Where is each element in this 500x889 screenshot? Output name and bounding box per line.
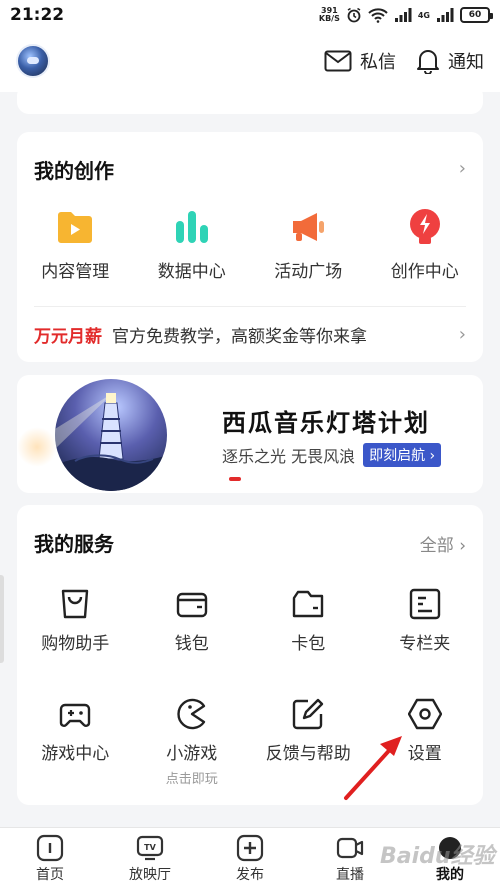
promo-text: 官方免费教学，高额奖金等你来拿 [112, 327, 367, 347]
tab-theater[interactable]: TV 放映厅 [100, 828, 200, 889]
creation-grid: 内容管理 数据中心 活动广场 创作中心 [17, 207, 483, 282]
service-cards[interactable]: 卡包 [250, 587, 367, 697]
bell-icon [417, 50, 439, 74]
status-icons: 391 KB/S 4G 60 [319, 7, 493, 23]
page-content: 我的创作 › 内容管理 数据中心 活动广场 创作中心 万元月薪 官方免费教学，高… [0, 92, 500, 827]
previous-card [17, 92, 483, 114]
card-wallet-icon [293, 590, 324, 618]
status-bar: 21:22 391 KB/S 4G 60 [0, 0, 500, 30]
lighthouse-icon [55, 393, 167, 491]
camera-icon [336, 837, 364, 858]
notifications-label: 通知 [448, 52, 484, 73]
promo-tag: 万元月薪 [34, 327, 102, 347]
services-card: 我的服务 全部 › 购物助手 钱包 卡包 专栏夹 游戏中心 小游戏 点击即玩 反… [17, 505, 483, 805]
services-all-link[interactable]: 全部 › [420, 531, 466, 556]
service-label: 反馈与帮助 [265, 744, 351, 764]
service-shopping[interactable]: 购物助手 [17, 587, 134, 697]
edit-feedback-icon [293, 698, 324, 730]
banner-cta-label: 即刻启航 [369, 448, 426, 464]
battery-icon: 60 [460, 7, 493, 23]
creation-item-label: 数据中心 [157, 262, 226, 282]
banner-card[interactable]: 西瓜音乐灯塔计划 逐乐之光 无畏风浪 即刻启航 › [17, 375, 483, 493]
creation-card: 我的创作 › 内容管理 数据中心 活动广场 创作中心 万元月薪 官方免费教学，高… [17, 132, 483, 362]
creation-item-content[interactable]: 内容管理 [17, 207, 134, 282]
service-wallet[interactable]: 钱包 [134, 587, 251, 697]
service-label: 专栏夹 [399, 634, 451, 654]
creation-item-center[interactable]: 创作中心 [367, 207, 484, 282]
tab-label: 放映厅 [129, 866, 171, 883]
net-speed-unit: KB/S [318, 14, 340, 23]
header-actions: 私信 通知 [324, 48, 484, 74]
service-label: 小游戏 [166, 744, 218, 764]
settings-hexagon-icon [407, 698, 442, 730]
column-folder-icon [409, 588, 440, 620]
net-speed: 391 KB/S [319, 7, 340, 23]
tab-home[interactable]: 首页 [0, 828, 100, 889]
megaphone-icon [293, 213, 325, 241]
plus-square-icon [236, 834, 264, 861]
battery-level: 60 [468, 10, 482, 20]
top-header: 私信 通知 [0, 30, 500, 92]
wallet-icon [176, 592, 207, 618]
lighthouse-image [55, 379, 167, 491]
service-sublabel: 点击即玩 [165, 772, 218, 787]
creation-item-data[interactable]: 数据中心 [134, 207, 251, 282]
annotation-arrow-icon [344, 736, 402, 800]
gamepad-icon [60, 703, 91, 727]
tab-label: 直播 [336, 866, 364, 883]
alarm-icon [347, 7, 361, 23]
banner-subtitle: 逐乐之光 无畏风浪 [222, 447, 356, 466]
status-time: 21:22 [10, 5, 65, 25]
tab-publish[interactable]: 发布 [200, 828, 300, 889]
content-folder-icon [58, 212, 93, 243]
banner-page-indicator [229, 477, 241, 481]
creation-item-label: 内容管理 [41, 262, 110, 282]
services-title: 我的服务 [34, 532, 114, 556]
shopping-bag-icon [62, 589, 89, 619]
tab-label: 首页 [36, 866, 64, 883]
signal-icon-2 [437, 8, 454, 22]
creation-item-label: 活动广场 [274, 262, 343, 282]
tab-label: 发布 [236, 866, 264, 883]
watermark: Baidu经验 [380, 844, 495, 869]
notifications-button[interactable]: 通知 [416, 48, 484, 74]
banner-glow [17, 427, 57, 467]
promo-row[interactable]: 万元月薪 官方免费教学，高额奖金等你来拿 › [34, 306, 466, 362]
service-label: 游戏中心 [41, 744, 110, 764]
service-label: 钱包 [174, 634, 209, 654]
home-icon [36, 834, 64, 861]
creation-title: 我的创作 [34, 159, 114, 183]
avatar[interactable] [16, 44, 50, 78]
tv-icon: TV [136, 835, 164, 860]
lightning-bulb-icon [409, 209, 440, 244]
messages-button[interactable]: 私信 [324, 48, 396, 74]
service-mini-games[interactable]: 小游戏 点击即玩 [134, 697, 251, 807]
banner-subtitle-row: 逐乐之光 无畏风浪 即刻启航 › [222, 443, 442, 467]
creation-chevron-icon[interactable]: › [459, 158, 466, 179]
mail-icon [324, 50, 352, 72]
network-type: 4G [417, 10, 430, 20]
service-column[interactable]: 专栏夹 [367, 587, 484, 697]
creation-item-activity[interactable]: 活动广场 [250, 207, 367, 282]
services-grid: 购物助手 钱包 卡包 专栏夹 游戏中心 小游戏 点击即玩 反馈与帮助 设置 [17, 587, 483, 807]
service-label: 购物助手 [41, 634, 110, 654]
messages-label: 私信 [360, 52, 396, 73]
service-game-center[interactable]: 游戏中心 [17, 697, 134, 807]
service-label: 卡包 [291, 634, 326, 654]
services-all-label: 全部 [419, 536, 454, 556]
promo-chevron-icon: › [458, 324, 466, 345]
wifi-icon [368, 8, 388, 23]
svg-text:TV: TV [144, 843, 156, 852]
side-handle[interactable] [0, 575, 4, 663]
creation-item-label: 创作中心 [390, 262, 459, 282]
pacman-icon [177, 698, 205, 730]
signal-icon [394, 8, 412, 22]
banner-title: 西瓜音乐灯塔计划 [222, 409, 430, 437]
bar-chart-icon [175, 211, 208, 243]
banner-cta-button[interactable]: 即刻启航 › [363, 443, 442, 467]
service-label: 设置 [407, 744, 442, 764]
